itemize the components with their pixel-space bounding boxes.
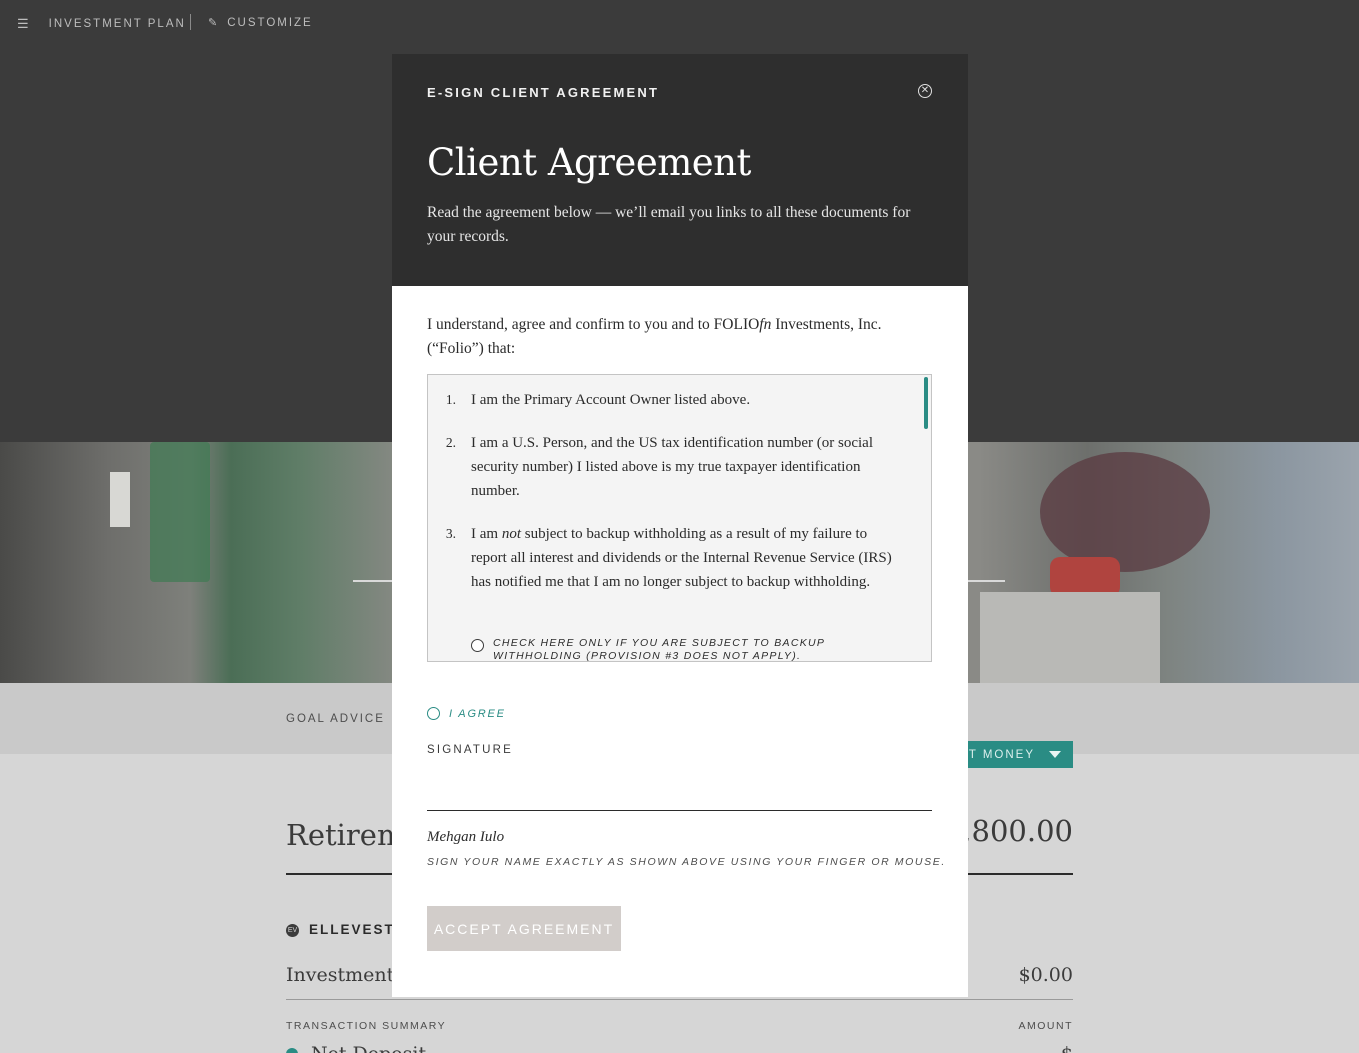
net-deposit-dot — [286, 1048, 298, 1053]
hero-plant — [1040, 452, 1210, 572]
accept-agreement-button[interactable]: ACCEPT AGREEMENT — [427, 906, 621, 951]
pencil-icon: ✎ — [208, 17, 218, 29]
term-text: I am a U.S. Person, and the US tax ident… — [471, 435, 873, 499]
term-text-emphasis: not — [501, 526, 521, 542]
hero-stool — [980, 592, 1160, 683]
close-icon[interactable]: ✕ — [918, 84, 932, 98]
backup-withholding-label: CHECK HERE ONLY IF YOU ARE SUBJECT TO BA… — [493, 637, 825, 662]
term-text-pre: I am — [471, 526, 502, 542]
modal-body: I understand, agree and confirm to you a… — [392, 286, 968, 997]
modal-subtitle: Read the agreement below — we’ll email y… — [427, 204, 911, 245]
caret-down-icon — [1049, 751, 1061, 758]
agree-label: I AGREE — [449, 707, 506, 720]
term-item: 2. I am a U.S. Person, and the US tax id… — [428, 431, 908, 503]
transaction-summary-header: TRANSACTION SUMMARY — [286, 1020, 447, 1032]
modal-eyebrow: E-SIGN CLIENT AGREEMENT — [427, 85, 660, 100]
signature-label: SIGNATURE — [427, 744, 514, 756]
ellevest-logo-icon: EV — [286, 924, 299, 937]
modal-title: Client Agreement — [427, 141, 751, 184]
menu-icon[interactable]: ☰ — [17, 16, 29, 32]
backup-withholding-radio[interactable] — [471, 639, 484, 652]
hero-pot — [1050, 557, 1120, 597]
agree-radio[interactable] — [427, 707, 440, 720]
agree-option[interactable]: I AGREE — [427, 707, 506, 720]
investment-amount: $0.00 — [1018, 964, 1073, 986]
nav-customize[interactable]: ✎ CUSTOMIZE — [208, 16, 313, 30]
nav-customize-label: CUSTOMIZE — [227, 16, 313, 29]
scrollbar-thumb[interactable] — [924, 377, 928, 429]
signer-name: Mehgan Iulo — [427, 829, 505, 845]
nav-investment-plan-label: INVESTMENT PLAN — [48, 18, 186, 30]
amount-header: AMOUNT — [1018, 1020, 1073, 1032]
term-item: 3. I am not subject to backup withholdin… — [428, 522, 908, 594]
nav-investment-plan[interactable]: ☰ INVESTMENT PLAN — [17, 16, 186, 32]
term-text-post: subject to backup withholding as a resul… — [471, 526, 892, 590]
signature-pad[interactable] — [427, 764, 932, 811]
term-text: I am not subject to backup withholding a… — [471, 522, 906, 594]
hero-line-right — [968, 580, 1005, 582]
intro-italic: fn — [759, 316, 772, 333]
term-text: I am the Primary Account Owner listed ab… — [471, 392, 751, 408]
net-deposit-label: Net Deposit — [311, 1043, 426, 1053]
divider — [286, 999, 1073, 1000]
signature-hint: SIGN YOUR NAME EXACTLY AS SHOWN ABOVE US… — [427, 856, 946, 868]
terms-scroll-box[interactable]: 1. I am the Primary Account Owner listed… — [427, 374, 932, 662]
term-number: 2. — [445, 435, 456, 450]
hero-wall-paper — [110, 472, 130, 527]
agreement-intro: I understand, agree and confirm to you a… — [427, 313, 927, 361]
backup-withholding-option[interactable]: CHECK HERE ONLY IF YOU ARE SUBJECT TO BA… — [471, 637, 853, 662]
net-deposit-amount: $ — [1061, 1043, 1073, 1053]
modal-header: E-SIGN CLIENT AGREEMENT ✕ Client Agreeme… — [392, 54, 968, 286]
money-action-label: T MONEY — [968, 748, 1035, 761]
intro-pre: I understand, agree and confirm to you a… — [427, 316, 760, 333]
hero-line-left — [353, 580, 393, 582]
term-number: 3. — [445, 526, 456, 541]
hero-wall-paint — [150, 442, 210, 582]
term-item: 1. I am the Primary Account Owner listed… — [428, 388, 908, 412]
tab-goal-advice[interactable]: GOAL ADVICE — [286, 713, 385, 725]
nav-divider — [190, 14, 191, 30]
term-number: 1. — [445, 392, 456, 407]
